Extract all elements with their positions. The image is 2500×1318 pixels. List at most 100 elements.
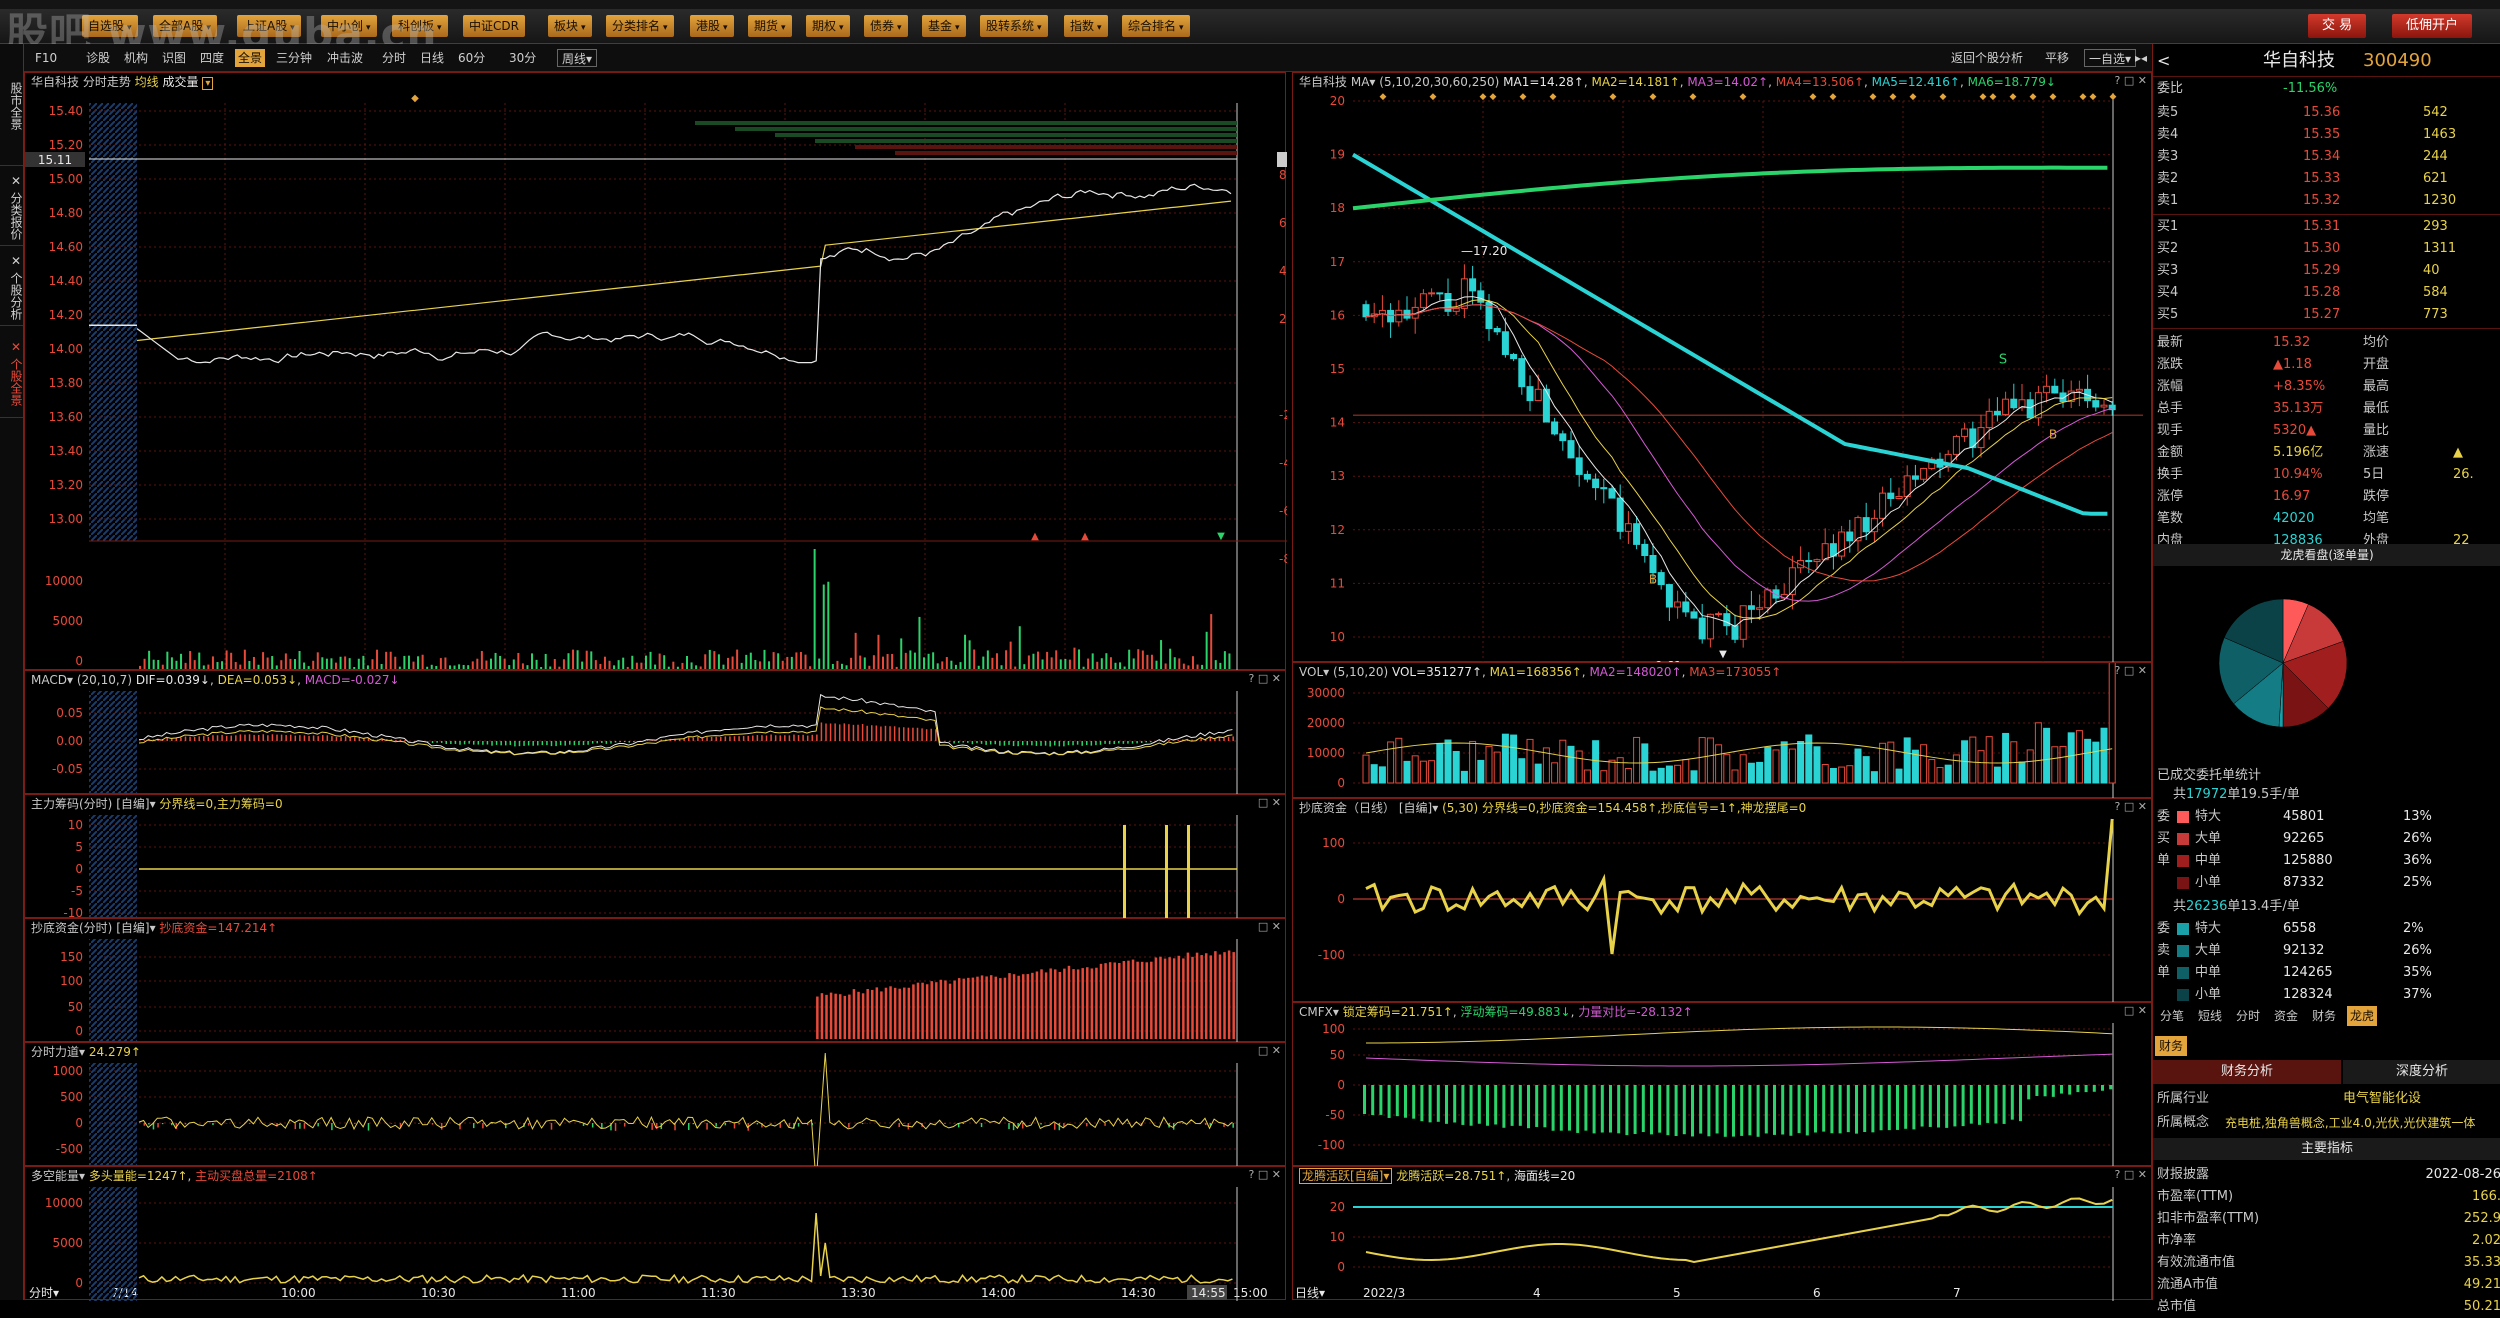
menu-button-14[interactable]: 指数▾ (1064, 15, 1108, 37)
menu-button-9[interactable]: 期货▾ (748, 15, 792, 37)
tab-10[interactable]: 60分 (455, 49, 488, 67)
back-icon[interactable]: < (2157, 48, 2170, 74)
menu-button-6[interactable]: 板块▾ (548, 15, 592, 37)
menu-button-4[interactable]: 科创板▾ (392, 15, 448, 37)
vol-bar (1560, 740, 1566, 783)
expand-icon[interactable]: ▸◂ (2132, 49, 2150, 67)
tab-9[interactable]: 日线 (417, 49, 447, 67)
main-chips-svg: 1050-5-10 (25, 795, 1287, 919)
vol-bar (937, 663, 939, 669)
menu-button-11[interactable]: 债券▾ (864, 15, 908, 37)
finance-subtab-0[interactable]: 财务分析 (2153, 1060, 2341, 1084)
axis-tick: -100 (1318, 948, 1345, 962)
vol-bar (1114, 663, 1116, 669)
bottom-tab-0[interactable]: 分笔 (2157, 1006, 2187, 1026)
intraday-chart-panel[interactable]: 华自科技 分时走势 均线 成交量 ▾ 15.4015.2015.0014.801… (24, 72, 1286, 670)
event-marker: ◆ (1650, 92, 1657, 102)
left-tab-3[interactable]: ✕ 个股全景 (0, 328, 23, 418)
finance-subtab-1[interactable]: 深度分析 (2343, 1060, 2500, 1084)
fund-bar (1210, 955, 1213, 1039)
vol-bar (809, 666, 811, 669)
vol-bar (194, 660, 196, 669)
cmfx-panel[interactable]: CMFX▾ 锁定筹码=21.751↑, 浮动筹码=49.883↓, 力量对比=-… (1292, 1002, 2152, 1166)
tab-2[interactable]: 机构 (121, 49, 151, 67)
long-short-energy-panel[interactable]: 多空能量▾ 多头量能=1247↑, 主动买盘总量=2108↑ ? □ ✕ 7/1… (24, 1166, 1286, 1300)
macd-bar (976, 741, 978, 743)
bottom-tab-5[interactable]: 龙虎 (2347, 1006, 2377, 1026)
tab-right-1[interactable]: 平移 (2042, 49, 2072, 67)
legend-swatch (2177, 855, 2189, 867)
vol-bar (663, 655, 665, 669)
tab-7[interactable]: 冲击波 (324, 49, 366, 67)
tab-4[interactable]: 四度 (197, 49, 227, 67)
daily-kline-panel[interactable]: 华自科技 MA▾ (5,10,20,30,60,250) MA1=14.28↑,… (1292, 72, 2152, 662)
bottom-tab-1[interactable]: 短线 (2195, 1006, 2225, 1026)
macd-bar (747, 736, 749, 741)
open-account-button[interactable]: 低佣开户 (2392, 14, 2472, 38)
event-marker: ◆ (1690, 92, 1697, 102)
tab-right-2[interactable]: 一自选▾ (2084, 49, 2136, 67)
menu-button-10[interactable]: 期权▾ (806, 15, 850, 37)
tab-right-0[interactable]: 返回个股分析 (1948, 49, 2026, 67)
fund-bar (1205, 953, 1208, 1039)
menu-button-1[interactable]: 全部A股▾ (153, 15, 217, 37)
tab-5[interactable]: 全景 (235, 49, 265, 67)
menu-button-15[interactable]: 综合排名▾ (1122, 15, 1190, 37)
tab-0[interactable]: F10 (32, 49, 60, 67)
macd-bar (1017, 741, 1019, 746)
daily-bottom-fund-panel[interactable]: 抄底资金（日线） [自编]▾ (5,30) 分界线=0,抄底资金=154.458… (1292, 798, 2152, 1002)
fund-bar (1091, 968, 1094, 1039)
daily-volume-panel[interactable]: VOL▾ (5,10,20) VOL=351277↑, MA1=168356↑,… (1292, 662, 2152, 798)
left-tab-2[interactable]: ✕ 个股分析 (0, 248, 23, 326)
vol-bar (422, 655, 424, 669)
vol-bar (923, 657, 925, 669)
tab-6[interactable]: 三分钟 (273, 49, 315, 67)
event-marker: ◆ (1910, 92, 1917, 102)
macd-bar (304, 735, 306, 741)
vol-bar (791, 657, 793, 669)
vol-bar (1156, 661, 1158, 669)
dragon-active-panel[interactable]: 龙腾活跃[自编]▾ 龙腾活跃=28.751↑, 海面线=20 ? □ ✕ 201… (1292, 1166, 2152, 1300)
vol-bar (1032, 654, 1034, 669)
main-chips-panel[interactable]: 主力筹码(分时) [自编]▾ 分界线=0,主力筹码=0 □ ✕ 1050-5-1… (24, 794, 1286, 918)
menu-button-13[interactable]: 股转系统▾ (980, 15, 1048, 37)
menu-button-8[interactable]: 港股▾ (690, 15, 734, 37)
tab-11[interactable]: 30分 (506, 49, 539, 67)
menu-button-7[interactable]: 分类排名▾ (606, 15, 674, 37)
menu-button-2[interactable]: 上证A股▾ (237, 15, 301, 37)
force-bar (688, 1123, 690, 1130)
force-bar (601, 1123, 603, 1128)
macd-bar (1146, 741, 1148, 742)
force-bar (368, 1123, 370, 1131)
menu-button-12[interactable]: 基金▾ (922, 15, 966, 37)
vol-bar (805, 655, 807, 669)
macd-panel[interactable]: MACD▾ (20,10,7) DIF=0.039↓, DEA=0.053↓, … (24, 670, 1286, 794)
bottom-fund-intraday-panel[interactable]: 抄底资金(分时) [自编]▾ 抄底资金=147.214↑ □ ✕ 1501005… (24, 918, 1286, 1042)
bottom-tab-2[interactable]: 分时 (2233, 1006, 2263, 1026)
trade-button[interactable]: 交 易 (2308, 14, 2366, 38)
macd-bar (1049, 741, 1051, 747)
fund-bar (995, 977, 998, 1039)
tab-12[interactable]: 周线▾ (557, 49, 597, 67)
tab-1[interactable]: 诊股 (83, 49, 113, 67)
macd-bar (647, 740, 649, 741)
vol-bar (1625, 769, 1631, 783)
finance-tab[interactable]: 财务 (2155, 1036, 2187, 1056)
menu-button-0[interactable]: 自选股▾ (82, 15, 138, 37)
bottom-tab-4[interactable]: 财务 (2309, 1006, 2339, 1026)
left-tab-1[interactable]: ✕ 分类报价 (0, 168, 23, 246)
axis-tick: 1000 (52, 1064, 83, 1078)
candle-body (1896, 496, 1902, 498)
tab-3[interactable]: 识图 (159, 49, 189, 67)
vol-bar (640, 663, 642, 669)
depth-bar (895, 151, 1237, 155)
intraday-force-panel[interactable]: 分时力道▾ 24.279↑ □ ✕ 10005000-500 (24, 1042, 1286, 1166)
menu-button-3[interactable]: 中小创▾ (321, 15, 377, 37)
bottom-tab-3[interactable]: 资金 (2271, 1006, 2301, 1026)
vol-bar (741, 663, 743, 669)
vol-bar (855, 633, 857, 669)
left-tab-0[interactable]: 股市全景 (0, 46, 23, 166)
tab-8[interactable]: 分时 (379, 49, 409, 67)
macd-bar (432, 741, 434, 743)
menu-button-5[interactable]: 中证CDR (463, 15, 525, 37)
